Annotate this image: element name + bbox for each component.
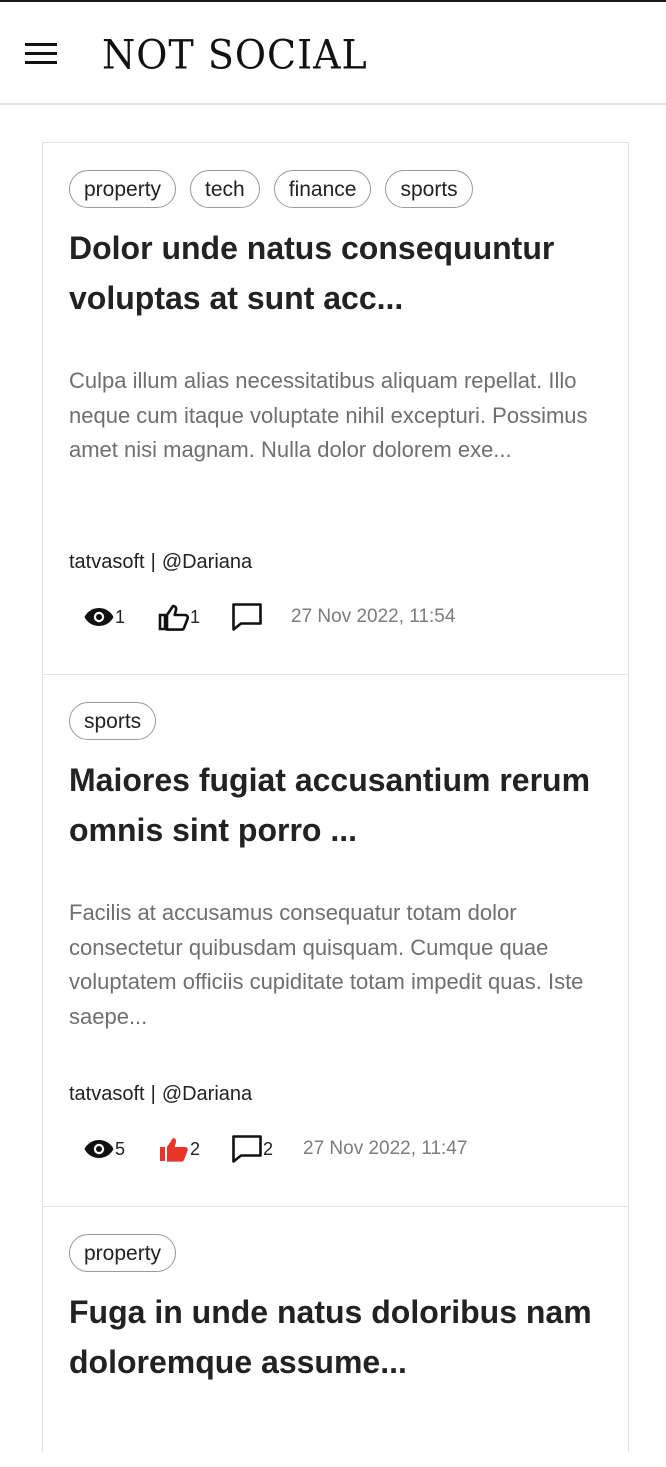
author-separator: | [150,1083,156,1105]
author-handle[interactable]: @Dariana [162,1083,252,1105]
post-card[interactable]: property Fuga in unde natus doloribus na… [43,1207,628,1467]
author-separator: | [150,551,156,573]
app-header: NOT SOCIAL [0,2,666,105]
tag-chip[interactable]: sports [69,702,157,740]
post-card[interactable]: sports Maiores fugiat accusantium rerum … [43,675,628,1207]
tag-list: property tech finance sports [69,170,473,208]
app-logo[interactable]: NOT SOCIAL [102,29,368,82]
post-author: tatvasoft | @Dariana [69,1083,252,1106]
post-timestamp: 27 Nov 2022, 11:47 [303,1138,468,1159]
comment-button[interactable]: 2 [231,1134,303,1164]
post-meta: 5 2 2 27 Nov 2022, 11:47 [83,1130,467,1168]
tag-chip[interactable]: sports [385,170,473,208]
post-excerpt: Culpa illum alias necessitatibus aliquam… [69,368,588,462]
post-feed: property tech finance sports Dolor unde … [42,142,629,1452]
tag-chip[interactable]: property [69,1234,177,1272]
views-count: 1 [83,606,158,628]
likes-value: 1 [190,606,201,627]
like-button[interactable]: 2 [158,1135,231,1163]
comment-icon [231,602,263,632]
author-name[interactable]: tatvasoft [69,551,145,573]
eye-icon [83,1138,115,1160]
comment-icon [231,1134,263,1164]
author-handle[interactable]: @Dariana [162,551,252,573]
post-meta: 1 1 27 Nov 2022, 11:54 [83,598,455,636]
tag-chip[interactable]: finance [273,170,372,208]
post-title[interactable]: Dolor unde natus consequuntur voluptas a… [69,223,614,323]
comment-button[interactable] [231,602,291,632]
author-name[interactable]: tatvasoft [69,1083,145,1105]
like-button[interactable]: 1 [158,603,231,631]
views-value: 1 [115,606,126,627]
post-card[interactable]: property tech finance sports Dolor unde … [43,143,628,675]
tag-chip[interactable]: tech [190,170,260,208]
tag-list: property [69,1234,177,1272]
post-timestamp: 27 Nov 2022, 11:54 [291,606,456,627]
post-author: tatvasoft | @Dariana [69,551,252,574]
post-title[interactable]: Maiores fugiat accusantium rerum omnis s… [69,755,614,855]
views-value: 5 [115,1138,126,1159]
eye-icon [83,606,115,628]
hamburger-menu-icon[interactable] [24,40,58,68]
post-excerpt: Facilis at accusamus consequatur totam d… [69,900,584,1029]
post-title[interactable]: Fuga in unde natus doloribus nam dolorem… [69,1287,614,1387]
tag-list: sports [69,702,157,740]
thumbs-up-icon [158,1135,190,1163]
thumbs-up-icon [158,603,190,631]
tag-chip[interactable]: property [69,170,177,208]
comments-value: 2 [263,1138,274,1159]
views-count: 5 [83,1138,158,1160]
likes-value: 2 [190,1138,201,1159]
